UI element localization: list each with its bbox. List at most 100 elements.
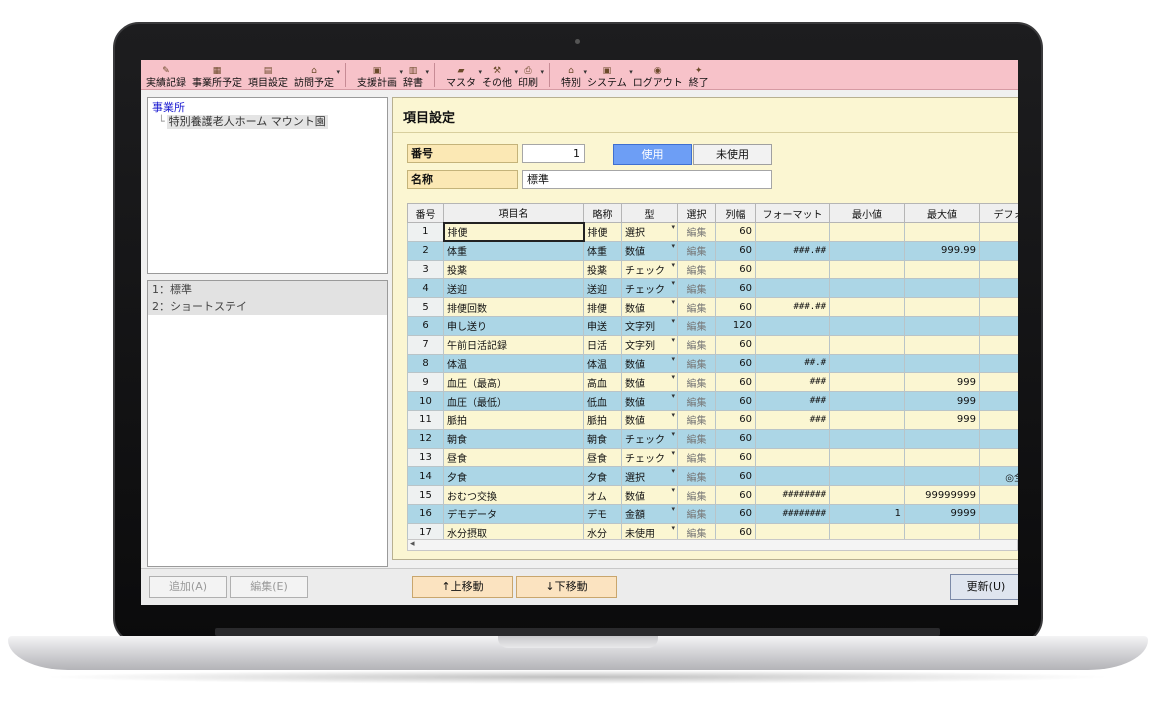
table-row[interactable]: 7 午前日活記録 日活 文字列 ▾ 編集 60: [407, 334, 1018, 355]
cell-min[interactable]: [829, 222, 905, 242]
cell-format[interactable]: ###: [755, 372, 830, 393]
number-field[interactable]: 1: [522, 144, 585, 163]
cell-name[interactable]: デモデータ: [443, 503, 584, 524]
cell-no[interactable]: 1: [407, 222, 444, 242]
cell-type[interactable]: 数値 ▾: [621, 297, 678, 317]
cell-name[interactable]: 午前日活記録: [443, 334, 584, 355]
cell-format[interactable]: ##.#: [755, 353, 830, 374]
cell-edit[interactable]: 編集: [677, 409, 716, 430]
cell-no[interactable]: 2: [407, 240, 444, 261]
cell-format[interactable]: ########: [755, 485, 830, 505]
table-row[interactable]: 15 おむつ交換 オム 数値 ▾ 編集 60 ######## 99999999: [407, 485, 1018, 505]
cell-width[interactable]: 60: [715, 372, 756, 393]
cell-name[interactable]: 朝食: [443, 428, 584, 449]
cell-def[interactable]: ◎全部食: [979, 466, 1018, 487]
cell-min[interactable]: [829, 391, 905, 411]
cell-edit[interactable]: 編集: [677, 297, 716, 317]
dropdown-caret-icon[interactable]: ▾: [671, 524, 675, 532]
cell-name[interactable]: 排便回数: [443, 297, 584, 317]
cell-abbr[interactable]: 昼食: [583, 447, 622, 468]
edit-button[interactable]: 編集(E): [230, 576, 308, 598]
cell-edit[interactable]: 編集: [677, 278, 716, 299]
cell-name[interactable]: 水分摂取: [443, 522, 584, 539]
cell-max[interactable]: [904, 353, 980, 374]
cell-format[interactable]: [755, 259, 830, 280]
toolbar-button-3-1[interactable]: ⚒ その他 ▾: [479, 61, 518, 89]
column-header[interactable]: 最大値: [904, 203, 980, 223]
toolbar-button-1-1[interactable]: ▦ 事業所予定: [189, 61, 245, 89]
cell-width[interactable]: 60: [715, 428, 756, 449]
column-header[interactable]: フォーマット: [755, 203, 830, 223]
cell-def[interactable]: [979, 297, 1018, 317]
table-row[interactable]: 12 朝食 朝食 チェック ▾ 編集 60 ○: [407, 428, 1018, 449]
cell-min[interactable]: [829, 278, 905, 299]
toolbar-button-1-2[interactable]: ▤ 項目設定: [245, 61, 291, 89]
cell-format[interactable]: [755, 222, 830, 242]
cell-max[interactable]: 999: [904, 391, 980, 411]
cell-no[interactable]: 13: [407, 447, 444, 468]
cell-def[interactable]: ○: [979, 447, 1018, 468]
cell-def[interactable]: [979, 353, 1018, 374]
toolbar-button-4-3[interactable]: ✦ 終了: [686, 61, 712, 89]
cell-abbr[interactable]: 水分: [583, 522, 622, 539]
cell-width[interactable]: 60: [715, 466, 756, 487]
cell-no[interactable]: 5: [407, 297, 444, 317]
cell-abbr[interactable]: 日活: [583, 334, 622, 355]
cell-abbr[interactable]: デモ: [583, 503, 622, 524]
cell-width[interactable]: 120: [715, 315, 756, 336]
add-button[interactable]: 追加(A): [149, 576, 227, 598]
cell-no[interactable]: 14: [407, 466, 444, 487]
toolbar-button-4-0[interactable]: ⌂ 特別 ▾: [558, 61, 587, 89]
cell-name[interactable]: 昼食: [443, 447, 584, 468]
dropdown-caret-icon[interactable]: ▾: [671, 468, 675, 476]
move-up-button[interactable]: ↑上移動: [412, 576, 513, 598]
cell-type[interactable]: 数値 ▾: [621, 353, 678, 374]
cell-max[interactable]: [904, 278, 980, 299]
cell-name[interactable]: 排便: [442, 221, 585, 243]
cell-width[interactable]: 60: [715, 391, 756, 411]
column-header[interactable]: 番号: [407, 203, 444, 223]
toolbar-button-4-2[interactable]: ◉ ログアウト: [630, 61, 686, 89]
table-row[interactable]: 9 血圧（最高） 高血 数値 ▾ 編集 60 ### 999: [407, 372, 1018, 393]
column-header[interactable]: 最小値: [829, 203, 905, 223]
cell-format[interactable]: [755, 334, 830, 355]
table-row[interactable]: 5 排便回数 排便 数値 ▾ 編集 60 ###.##: [407, 297, 1018, 317]
cell-format[interactable]: [755, 522, 830, 539]
cell-width[interactable]: 60: [715, 485, 756, 505]
table-row[interactable]: 13 昼食 昼食 チェック ▾ 編集 60 ○: [407, 447, 1018, 468]
table-row[interactable]: 4 送迎 送迎 チェック ▾ 編集 60 ○: [407, 278, 1018, 299]
cell-edit[interactable]: 編集: [677, 391, 716, 411]
cell-name[interactable]: 体温: [443, 353, 584, 374]
cell-min[interactable]: [829, 240, 905, 261]
cell-abbr[interactable]: 申送: [583, 315, 622, 336]
cell-def[interactable]: [979, 409, 1018, 430]
cell-min[interactable]: [829, 353, 905, 374]
tree-item-facility[interactable]: └ 特別養護老人ホーム マウント園: [152, 115, 383, 129]
table-row[interactable]: 14 夕食 夕食 選択 ▾ 編集 60 ◎全部食: [407, 466, 1018, 487]
cell-abbr[interactable]: 投薬: [583, 259, 622, 280]
cell-min[interactable]: [829, 334, 905, 355]
dropdown-caret-icon[interactable]: ▾: [671, 505, 675, 513]
cell-min[interactable]: 1: [829, 503, 905, 524]
cell-no[interactable]: 7: [407, 334, 444, 355]
column-header[interactable]: 略称: [583, 203, 622, 223]
dropdown-caret-icon[interactable]: ▾: [671, 261, 675, 269]
cell-abbr[interactable]: オム: [583, 485, 622, 505]
cell-min[interactable]: [829, 466, 905, 487]
cell-type[interactable]: 数値 ▾: [621, 485, 678, 505]
table-row[interactable]: 2 体重 体重 数値 ▾ 編集 60 ###.## 999.99: [407, 240, 1018, 261]
table-row[interactable]: 3 投薬 投薬 チェック ▾ 編集 60: [407, 259, 1018, 280]
cell-name[interactable]: 血圧（最低）: [443, 391, 584, 411]
cell-width[interactable]: 60: [715, 259, 756, 280]
dropdown-caret-icon[interactable]: ▾: [671, 280, 675, 288]
tree-root-office[interactable]: 事業所: [152, 101, 383, 115]
column-header[interactable]: 型: [621, 203, 678, 223]
toolbar-button-1-0[interactable]: ✎ 実績記録: [143, 61, 189, 89]
cell-abbr[interactable]: 体温: [583, 353, 622, 374]
cell-min[interactable]: [829, 485, 905, 505]
dropdown-caret-icon[interactable]: ▾: [671, 223, 675, 231]
cell-max[interactable]: 999.99: [904, 240, 980, 261]
cell-type[interactable]: 数値 ▾: [621, 240, 678, 261]
cell-abbr[interactable]: 低血: [583, 391, 622, 411]
cell-width[interactable]: 60: [715, 409, 756, 430]
